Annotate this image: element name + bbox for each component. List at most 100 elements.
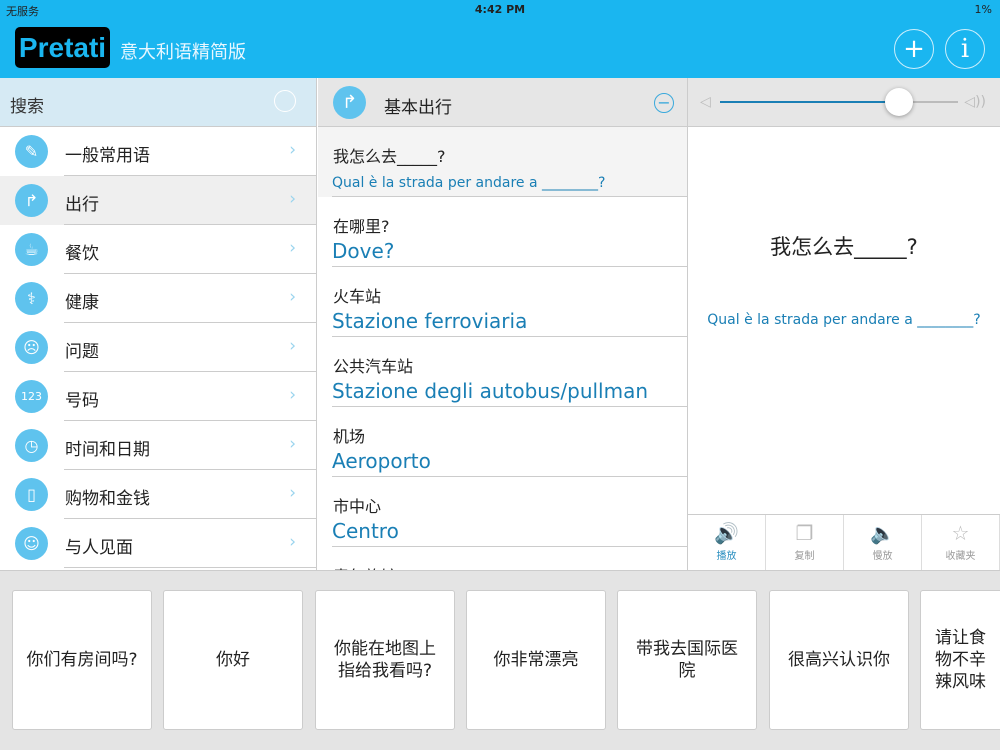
phrase-chinese: 火车站 [333, 287, 382, 306]
category-icon: ▯ [15, 478, 48, 511]
tool-button[interactable]: 🔈 慢放 [844, 515, 922, 570]
category-item[interactable]: ▯ 购物和金钱 › [0, 470, 316, 519]
phrase-italian: Stazione degli autobus/pullman [332, 379, 649, 403]
tool-label: 复制 [794, 551, 815, 562]
category-label: 餐饮 [65, 244, 99, 264]
tool-label: 播放 [716, 551, 737, 562]
search-input[interactable]: 搜索 [0, 78, 316, 127]
chevron-right-icon: › [289, 532, 296, 552]
clock: 4:42 PM [474, 3, 526, 16]
tool-icon: ❐ [795, 521, 814, 545]
phrase-row[interactable]: 火车站 Stazione ferroviaria [318, 267, 687, 337]
chevron-right-icon: › [289, 287, 296, 307]
category-icon: ⚕ [15, 282, 48, 315]
info-button[interactable]: i [945, 29, 985, 69]
search-placeholder: 搜索 [10, 97, 44, 117]
detail-panel: ◁ ◁)) 我怎么去_____? Qual è la strada per an… [688, 78, 1000, 570]
chevron-right-icon: › [289, 238, 296, 258]
category-icon: 123 [15, 380, 48, 413]
tool-button[interactable]: 🔊 播放 [688, 515, 766, 570]
phrase-card[interactable]: 你们有房间吗? [12, 590, 152, 730]
app-header: Pretati 意大利语精简版 + i [0, 20, 1000, 78]
detail-chinese: 我怎么去_____? [770, 235, 918, 259]
category-label: 问题 [65, 342, 99, 362]
category-item[interactable]: ◷ 时间和日期 › [0, 421, 316, 470]
phrase-row[interactable]: 青年旅馆 [318, 547, 687, 570]
phrase-card[interactable]: 你好 [163, 590, 303, 730]
category-icon: ☕ [15, 233, 48, 266]
volume-low-icon: ◁ [700, 94, 711, 110]
directions-icon: ↱ [333, 86, 366, 119]
section-title: 基本出行 [384, 98, 452, 118]
category-item[interactable]: ☕ 餐饮 › [0, 225, 316, 274]
phrase-card[interactable]: 请让食物不辛辣风味 [920, 590, 1000, 730]
chevron-right-icon: › [289, 483, 296, 503]
category-sidebar: 搜索 ✎ 一般常用语 › ↱ 出行 › ☕ 餐饮 › ⚕ 健康 › ☹ 问题 › 123 号码 › ◷ 时间和日期 › ▯… [0, 78, 317, 570]
category-label: 号码 [65, 391, 99, 411]
logo: Pretati [15, 27, 110, 68]
section-header: ↱ 基本出行 − [318, 78, 687, 127]
tool-button[interactable]: ☆ 收藏夹 [922, 515, 1000, 570]
volume-slider[interactable] [720, 88, 958, 116]
phrase-chinese: 青年旅馆 [333, 563, 397, 570]
favorite-cards: 你们有房间吗? 你好 你能在地图上指给我看吗? 你非常漂亮 带我去国际医院 很高兴认识你请… [0, 570, 1000, 750]
category-label: 健康 [65, 293, 99, 313]
phrase-row[interactable]: 在哪里? Dove? [318, 197, 687, 267]
phrase-italian: Centro [332, 519, 399, 543]
phrase-chinese: 公共汽车站 [333, 357, 414, 376]
app-title: 意大利语精简版 [120, 42, 246, 63]
tool-icon: 🔊 [714, 521, 739, 545]
tool-label: 收藏夹 [945, 551, 976, 562]
phrase-row[interactable]: 机场 Aeroporto [318, 407, 687, 477]
tool-icon: ☆ [951, 521, 970, 545]
phrase-chinese: 市中心 [333, 497, 382, 516]
collapse-button[interactable]: − [654, 93, 674, 113]
phrase-italian: Qual è la strada per andare a ________? [332, 175, 606, 191]
category-icon: ☺ [15, 527, 48, 560]
chevron-right-icon: › [289, 434, 296, 454]
category-label: 购物和金钱 [65, 489, 150, 509]
tool-icon: 🔈 [870, 521, 895, 545]
search-icon [274, 90, 296, 112]
category-label: 与人见面 [65, 538, 133, 558]
phrase-card[interactable]: 你非常漂亮 [466, 590, 606, 730]
phrase-chinese: 在哪里? [333, 217, 390, 236]
category-icon: ↱ [15, 184, 48, 217]
category-icon: ☹ [15, 331, 48, 364]
chevron-right-icon: › [289, 140, 296, 160]
chevron-right-icon: › [289, 385, 296, 405]
chevron-right-icon: › [289, 336, 296, 356]
phrase-card[interactable]: 很高兴认识你 [769, 590, 909, 730]
category-icon: ✎ [15, 135, 48, 168]
phrase-italian: Stazione ferroviaria [332, 309, 528, 333]
phrase-italian: Dove? [332, 239, 395, 263]
phrase-card[interactable]: 带我去国际医院 [617, 590, 757, 730]
chevron-right-icon: › [289, 189, 296, 209]
category-item[interactable]: ⚕ 健康 › [0, 274, 316, 323]
phrase-row[interactable]: 市中心 Centro [318, 477, 687, 547]
phrase-row[interactable]: 公共汽车站 Stazione degli autobus/pullman [318, 337, 687, 407]
phrase-italian: Aeroporto [332, 449, 431, 473]
phrase-list: ↱ 基本出行 − 我怎么去_____? Qual è la strada per … [318, 78, 688, 570]
category-item[interactable]: ↱ 出行 › [0, 176, 316, 225]
volume-bar: ◁ ◁)) [688, 78, 1000, 127]
add-button[interactable]: + [894, 29, 934, 69]
category-icon: ◷ [15, 429, 48, 462]
detail-italian: Qual è la strada per andare a ________? [707, 312, 981, 328]
category-item[interactable]: 123 号码 › [0, 372, 316, 421]
category-item[interactable]: ☹ 问题 › [0, 323, 316, 372]
volume-knob[interactable] [884, 88, 913, 116]
phrase-chinese: 机场 [333, 427, 366, 446]
category-item[interactable]: ☺ 与人见面 › [0, 519, 316, 568]
category-label: 时间和日期 [65, 440, 150, 460]
battery: 1% [974, 3, 992, 16]
category-label: 一般常用语 [65, 146, 150, 166]
status-bar: 无服务 4:42 PM 1% [0, 0, 1000, 20]
category-item[interactable]: ✎ 一般常用语 › [0, 127, 316, 176]
phrase-card[interactable]: 你能在地图上指给我看吗? [315, 590, 455, 730]
tool-label: 慢放 [872, 551, 893, 562]
tool-button[interactable]: ❐ 复制 [766, 515, 844, 570]
category-label: 出行 [65, 195, 99, 215]
phrase-chinese: 我怎么去_____? [333, 147, 446, 166]
phrase-row[interactable]: 我怎么去_____? Qual è la strada per andare a … [318, 127, 687, 197]
